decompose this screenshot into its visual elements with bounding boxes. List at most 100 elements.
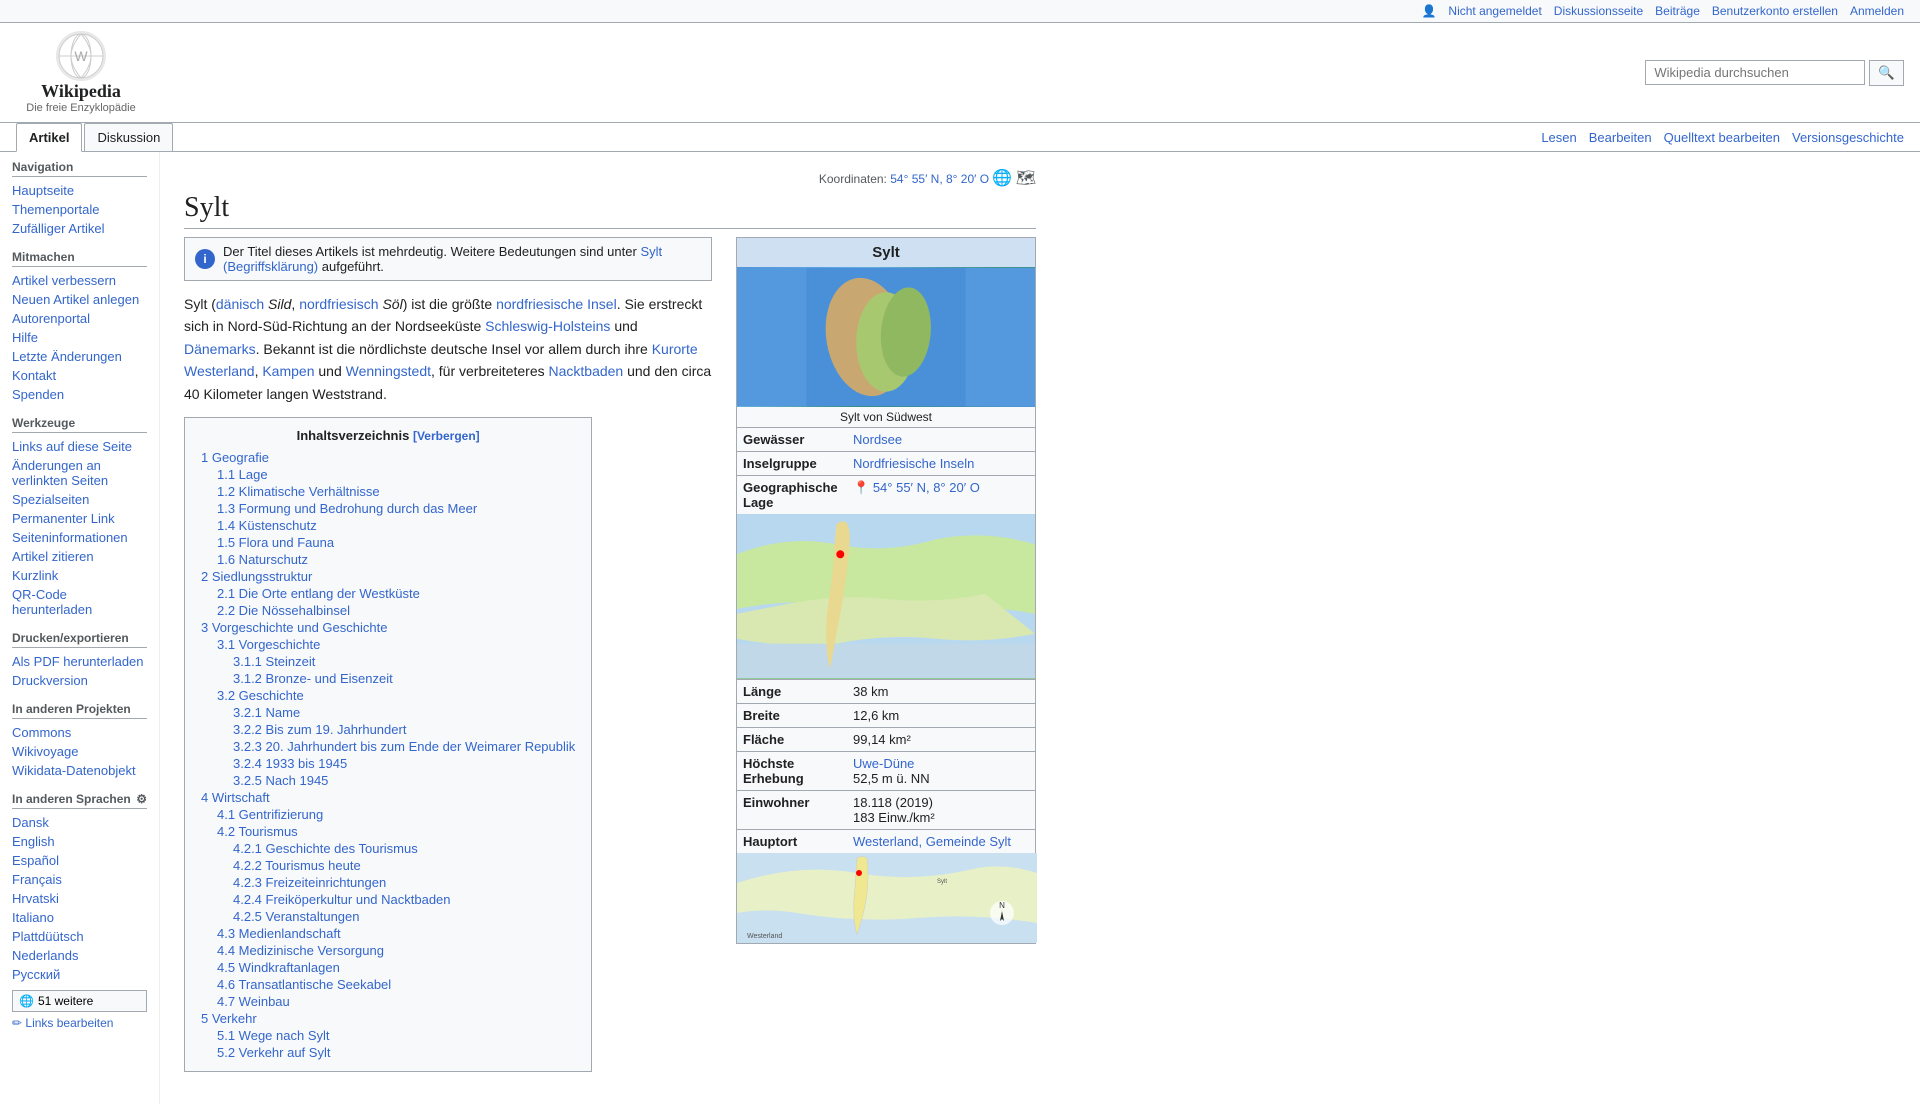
tab-read[interactable]: Lesen xyxy=(1541,130,1576,145)
toc-link[interactable]: 4.3 Medienlandschaft xyxy=(217,926,341,941)
sidebar-item-spezialseiten[interactable]: Spezialseiten xyxy=(12,490,147,509)
toc-link[interactable]: 4.7 Weinbau xyxy=(217,994,290,1009)
intro-link-wenningstedt[interactable]: Wenningstedt xyxy=(346,363,431,379)
sidebar-item-pdf[interactable]: Als PDF herunterladen xyxy=(12,652,147,671)
toc-link[interactable]: 1.1 Lage xyxy=(217,467,268,482)
toc-link[interactable]: 3.1 Vorgeschichte xyxy=(217,637,320,652)
sidebar-item-commons[interactable]: Commons xyxy=(12,723,147,742)
toc-link[interactable]: 1.6 Naturschutz xyxy=(217,552,308,567)
toc-link[interactable]: 3.2.4 1933 bis 1945 xyxy=(233,756,347,771)
toc-link[interactable]: 1.2 Klimatische Verhältnisse xyxy=(217,484,380,499)
toc-link[interactable]: 5 Verkehr xyxy=(201,1011,257,1026)
sidebar-item-lang-plattduutsch[interactable]: Plattdüütsch xyxy=(12,927,147,946)
toc-link[interactable]: 4.1 Gentrifizierung xyxy=(217,807,323,822)
toc-link[interactable]: 2.1 Die Orte entlang der Westküste xyxy=(217,586,420,601)
toc-link[interactable]: 1.3 Formung und Bedrohung durch das Meer xyxy=(217,501,477,516)
toc-link[interactable]: 1.4 Küstenschutz xyxy=(217,518,317,533)
sidebar-item-neuen-artikel[interactable]: Neuen Artikel anlegen xyxy=(12,290,147,309)
toc-link[interactable]: 3.2.1 Name xyxy=(233,705,300,720)
sidebar-item-wikivoyage[interactable]: Wikivoyage xyxy=(12,742,147,761)
toc-link[interactable]: 3.1.2 Bronze- und Eisenzeit xyxy=(233,671,393,686)
intro-link-daenisch[interactable]: dänisch xyxy=(216,296,264,312)
toc-link[interactable]: 4 Wirtschaft xyxy=(201,790,270,805)
toc-link[interactable]: 5.2 Verkehr auf Sylt xyxy=(217,1045,330,1060)
sidebar-item-artikel-verbessern[interactable]: Artikel verbessern xyxy=(12,271,147,290)
toc-link[interactable]: 2 Siedlungsstruktur xyxy=(201,569,312,584)
login-link[interactable]: Anmelden xyxy=(1850,4,1904,18)
toc-toggle[interactable]: [Verbergen] xyxy=(413,429,480,443)
sidebar-item-wikidata[interactable]: Wikidata-Datenobjekt xyxy=(12,761,147,780)
sidebar-item-zufaellig[interactable]: Zufälliger Artikel xyxy=(12,219,147,238)
hauptort-link[interactable]: Westerland, Gemeinde Sylt xyxy=(853,834,1011,849)
tab-article[interactable]: Artikel xyxy=(16,123,82,152)
sidebar-item-artikel-zitieren[interactable]: Artikel zitieren xyxy=(12,547,147,566)
gear-icon[interactable]: ⚙ xyxy=(136,792,147,806)
toc-link[interactable]: 4.2.2 Tourismus heute xyxy=(233,858,361,873)
intro-link-nacktbaden[interactable]: Nacktbaden xyxy=(549,363,624,379)
sidebar-item-hilfe[interactable]: Hilfe xyxy=(12,328,147,347)
toc-link[interactable]: 1 Geografie xyxy=(201,450,269,465)
toc-link[interactable]: 2.2 Die Nössehalbinsel xyxy=(217,603,350,618)
intro-link-nordfriesische-insel[interactable]: nordfriesische Insel xyxy=(496,296,617,312)
sidebar-item-links-auf-seite[interactable]: Links auf diese Seite xyxy=(12,437,147,456)
tab-history[interactable]: Versionsgeschichte xyxy=(1792,130,1904,145)
sidebar-item-aenderungen-verlinkte[interactable]: Änderungen an verlinkten Seiten xyxy=(12,456,147,490)
toc-link[interactable]: 4.6 Transatlantische Seekabel xyxy=(217,977,391,992)
coordinates-link[interactable]: 54° 55′ N, 8° 20′ O xyxy=(890,172,989,186)
discussion-link[interactable]: Diskussionsseite xyxy=(1554,4,1643,18)
sidebar-item-lang-russian[interactable]: Русский xyxy=(12,965,147,984)
toc-link[interactable]: 4.4 Medizinische Versorgung xyxy=(217,943,384,958)
intro-link-kampen[interactable]: Kampen xyxy=(262,363,314,379)
more-languages-button[interactable]: 🌐 51 weitere xyxy=(12,990,147,1012)
toc-link[interactable]: 3.2.2 Bis zum 19. Jahrhundert xyxy=(233,722,406,737)
tab-edit-source[interactable]: Quelltext bearbeiten xyxy=(1664,130,1780,145)
toc-link[interactable]: 3.2.3 20. Jahrhundert bis zum Ende der W… xyxy=(233,739,575,754)
sidebar-item-permanenter-link[interactable]: Permanenter Link xyxy=(12,509,147,528)
tab-edit[interactable]: Bearbeiten xyxy=(1589,130,1652,145)
sidebar-item-lang-hrvatski[interactable]: Hrvatski xyxy=(12,889,147,908)
search-button[interactable]: 🔍 xyxy=(1869,60,1904,86)
hoechste-erhebung-link[interactable]: Uwe-Düne xyxy=(853,756,914,771)
intro-link-schleswig-holstein[interactable]: Schleswig-Holsteins xyxy=(485,318,610,334)
sidebar-item-lang-francais[interactable]: Français xyxy=(12,870,147,889)
sidebar-item-themenportale[interactable]: Themenportale xyxy=(12,200,147,219)
sidebar-item-lang-dansk[interactable]: Dansk xyxy=(12,813,147,832)
toc-link[interactable]: 3.1.1 Steinzeit xyxy=(233,654,315,669)
toc-link[interactable]: 3 Vorgeschichte und Geschichte xyxy=(201,620,387,635)
search-input[interactable] xyxy=(1645,60,1865,85)
sidebar-item-spenden[interactable]: Spenden xyxy=(12,385,147,404)
sidebar-item-kurzlink[interactable]: Kurzlink xyxy=(12,566,147,585)
sidebar-item-lang-italiano[interactable]: Italiano xyxy=(12,908,147,927)
sidebar-item-letzte-aenderungen[interactable]: Letzte Änderungen xyxy=(12,347,147,366)
toc-link[interactable]: 4.2.5 Veranstaltungen xyxy=(233,909,360,924)
geo-lage-link[interactable]: 54° 55′ N, 8° 20′ O xyxy=(873,480,980,495)
toc-link[interactable]: 3.2 Geschichte xyxy=(217,688,304,703)
sidebar-item-qr-code[interactable]: QR-Code herunterladen xyxy=(12,585,147,619)
toc-link[interactable]: 1.5 Flora und Fauna xyxy=(217,535,334,550)
toc-link[interactable]: 4.5 Windkraftanlagen xyxy=(217,960,340,975)
tab-discussion[interactable]: Diskussion xyxy=(84,123,173,151)
sidebar-item-druckversion[interactable]: Druckversion xyxy=(12,671,147,690)
create-account-link[interactable]: Benutzerkonto erstellen xyxy=(1712,4,1838,18)
intro-link-daenemarks[interactable]: Dänemarks xyxy=(184,341,256,357)
intro-link-westerland[interactable]: Westerland xyxy=(184,363,255,379)
sidebar-item-hauptseite[interactable]: Hauptseite xyxy=(12,181,147,200)
toc-link[interactable]: 5.1 Wege nach Sylt xyxy=(217,1028,330,1043)
sidebar-item-seiteninformationen[interactable]: Seiteninformationen xyxy=(12,528,147,547)
toc-link[interactable]: 4.2.4 Freiköperkultur und Nacktbaden xyxy=(233,892,451,907)
contributions-link[interactable]: Beiträge xyxy=(1655,4,1700,18)
sidebar-item-lang-english[interactable]: English xyxy=(12,832,147,851)
gewaesser-link[interactable]: Nordsee xyxy=(853,432,902,447)
sidebar-item-kontakt[interactable]: Kontakt xyxy=(12,366,147,385)
inselgruppe-link[interactable]: Nordfriesische Inseln xyxy=(853,456,974,471)
toc-link[interactable]: 4.2 Tourismus xyxy=(217,824,298,839)
toc-link[interactable]: 4.2.3 Freizeiteinrichtungen xyxy=(233,875,386,890)
toc-link[interactable]: 4.2.1 Geschichte des Tourismus xyxy=(233,841,418,856)
toc-link[interactable]: 3.2.5 Nach 1945 xyxy=(233,773,328,788)
edit-links-button[interactable]: ✏ Links bearbeiten xyxy=(12,1016,147,1030)
intro-link-nordfriesisch[interactable]: nordfriesisch xyxy=(299,296,378,312)
sidebar-item-autorenportal[interactable]: Autorenportal xyxy=(12,309,147,328)
sidebar-item-lang-nederlands[interactable]: Nederlands xyxy=(12,946,147,965)
sidebar-item-lang-espanol[interactable]: Español xyxy=(12,851,147,870)
intro-link-kurorte[interactable]: Kurorte xyxy=(652,341,698,357)
